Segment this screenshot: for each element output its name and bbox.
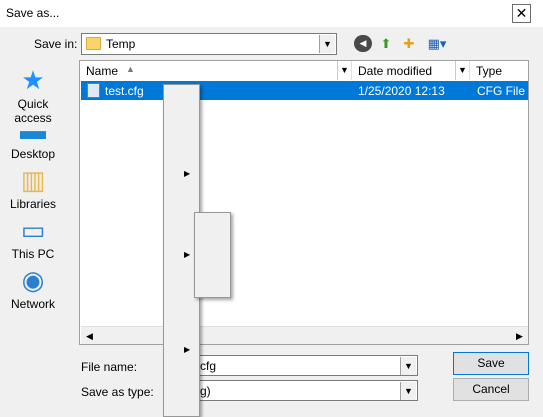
folder-icon — [86, 37, 101, 50]
column-header-label: Date modified — [358, 64, 433, 78]
place-this-pc[interactable]: ▭ This PC — [0, 216, 66, 261]
network-icon: ◉ — [21, 265, 45, 295]
scroll-right-icon[interactable]: ▶ — [511, 327, 528, 345]
chevron-down-icon[interactable]: ▼ — [337, 61, 351, 80]
file-type-cell: CFG File — [477, 84, 525, 98]
file-list[interactable]: Name ▲ ▼ Date modified ▼ Type test.cfg 1… — [79, 60, 529, 345]
computer-icon: ▭ — [20, 215, 46, 245]
column-header-name[interactable]: Name ▲ ▼ — [80, 61, 352, 80]
file-name-cell: test.cfg — [105, 84, 144, 98]
submenu-arrow-icon[interactable]: ▶ — [184, 169, 190, 178]
back-arrow-icon: ◀ — [359, 38, 367, 48]
place-libraries[interactable]: ▥ Libraries — [0, 166, 66, 211]
save-as-type-label: Save as type: — [81, 385, 154, 399]
save-as-type-value: g) — [200, 384, 211, 398]
view-menu-button[interactable]: ▦▾ — [424, 35, 450, 52]
file-name-value: cfg — [200, 359, 217, 373]
file-date-cell: 1/25/2020 12:13 — [358, 84, 445, 98]
save-in-value: Temp — [106, 37, 136, 51]
chevron-down-icon[interactable]: ▼ — [400, 382, 416, 400]
libraries-icon: ▥ — [20, 165, 46, 195]
title-bar: Save as... ✕ — [0, 0, 543, 27]
up-folder-icon: ⬆ — [380, 36, 392, 51]
horizontal-scrollbar[interactable]: ◀ ▶ — [81, 326, 528, 344]
file-icon — [87, 83, 100, 98]
place-label: Network — [10, 297, 55, 311]
save-as-dialog: Save as... ✕ Save in: Temp ▼ ◀ ⬆ ✚ ▦▾ ★ … — [0, 0, 543, 417]
view-options-icon: ▦▾ — [427, 36, 447, 51]
column-header-type[interactable]: Type — [470, 61, 528, 80]
up-folder-button[interactable]: ⬆ — [377, 35, 395, 52]
star-icon: ★ — [21, 65, 45, 95]
place-network[interactable]: ◉ Network — [0, 266, 66, 311]
column-header-label: Type — [476, 64, 503, 78]
submenu-arrow-icon[interactable]: ▶ — [184, 250, 190, 259]
sort-ascending-icon: ▲ — [126, 64, 135, 74]
place-desktop[interactable]: ▬ Desktop — [0, 116, 66, 161]
submenu-popup[interactable] — [194, 212, 231, 298]
close-button[interactable]: ✕ — [512, 4, 531, 23]
place-label: Desktop — [10, 147, 56, 161]
place-label: Libraries — [9, 197, 57, 211]
new-folder-button[interactable]: ✚ — [400, 35, 418, 52]
chevron-down-icon[interactable]: ▼ — [455, 61, 469, 80]
desktop-icon: ▬ — [20, 115, 46, 145]
place-label: This PC — [11, 247, 55, 261]
save-as-type-select[interactable]: g) ▼ — [195, 380, 418, 401]
save-in-label: Save in: — [34, 37, 78, 51]
column-header-date-modified[interactable]: Date modified ▼ — [352, 61, 470, 80]
submenu-arrow-icon[interactable]: ▶ — [184, 345, 190, 354]
file-name-label: File name: — [81, 360, 138, 374]
scroll-left-icon[interactable]: ◀ — [81, 327, 98, 345]
back-button[interactable]: ◀ — [354, 35, 372, 52]
chevron-down-icon[interactable]: ▼ — [400, 357, 416, 375]
dialog-title: Save as... — [6, 6, 60, 20]
chevron-down-icon[interactable]: ▼ — [319, 35, 335, 53]
table-row[interactable]: test.cfg 1/25/2020 12:13 CFG File — [81, 81, 528, 100]
close-icon: ✕ — [515, 5, 528, 21]
save-in-combo[interactable]: Temp ▼ — [81, 33, 337, 55]
save-button[interactable]: Save — [453, 352, 529, 375]
cancel-button[interactable]: Cancel — [453, 378, 529, 401]
column-header-label: Name — [86, 64, 119, 78]
new-folder-icon: ✚ — [403, 36, 415, 51]
places-bar: ★ Quick access ▬ Desktop ▥ Libraries ▭ T… — [0, 64, 66, 324]
file-name-field[interactable]: cfg ▼ — [195, 355, 418, 376]
